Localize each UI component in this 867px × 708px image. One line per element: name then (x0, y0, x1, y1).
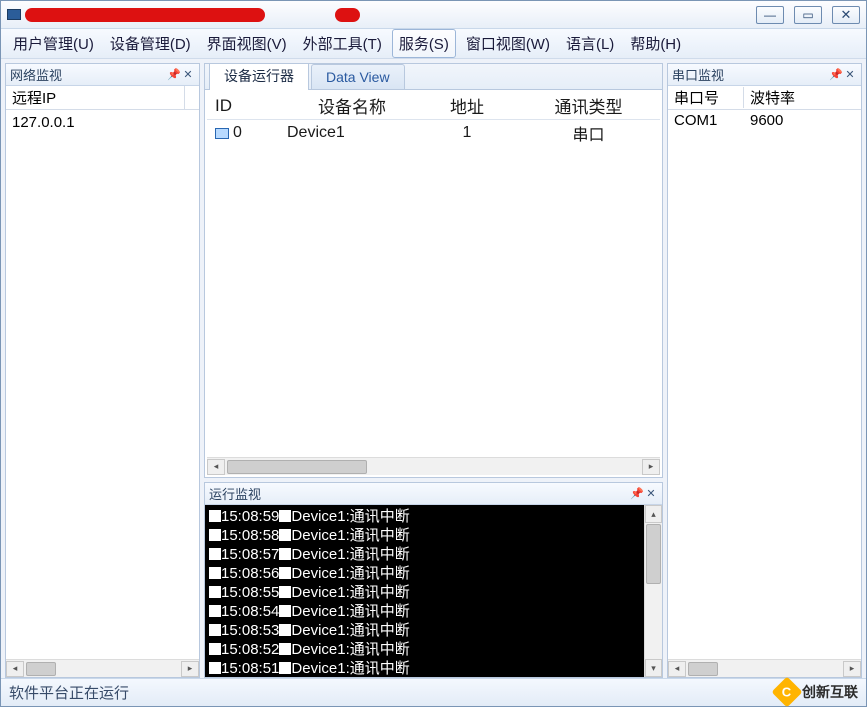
title-redacted-1 (25, 8, 265, 22)
col-id[interactable]: ID (207, 96, 287, 116)
col-baud[interactable]: 波特率 (744, 87, 861, 108)
tab[interactable]: 设备运行器 (209, 63, 309, 90)
log-line: 15:08:58Device1:通讯中断 (209, 526, 640, 545)
scroll-thumb[interactable] (646, 524, 661, 584)
close-panel-icon[interactable]: ✕ (644, 487, 658, 500)
scroll-right-icon[interactable]: ▸ (843, 661, 861, 677)
menu-item[interactable]: 语言(L) (560, 30, 620, 57)
panel-header-serial: 串口监视 📌 ✕ (668, 64, 861, 86)
panel-title: 网络监视 (10, 65, 62, 84)
right-grid-header: 串口号 波特率 (668, 86, 861, 110)
left-grid-header: 远程IP (6, 86, 199, 110)
right-scrollbar[interactable]: ◂ ▸ (668, 659, 861, 677)
monitor-icon (215, 128, 229, 139)
panel-header-network: 网络监视 📌 ✕ (6, 64, 199, 86)
title-redacted-2 (335, 8, 360, 22)
close-panel-icon[interactable]: ✕ (843, 68, 857, 81)
left-header-extra[interactable] (185, 96, 199, 100)
menu-item[interactable]: 服务(S) (392, 29, 456, 58)
device-scrollbar[interactable]: ◂ ▸ (207, 457, 660, 475)
scroll-right-icon[interactable]: ▸ (642, 459, 660, 475)
scroll-down-icon[interactable]: ▾ (645, 659, 662, 677)
pin-icon[interactable]: 📌 (829, 68, 843, 81)
scroll-left-icon[interactable]: ◂ (207, 459, 225, 475)
scroll-left-icon[interactable]: ◂ (6, 661, 24, 677)
menu-item[interactable]: 帮助(H) (624, 30, 687, 57)
scroll-thumb[interactable] (688, 662, 718, 676)
device-grid-header: ID 设备名称 地址 通讯类型 (207, 92, 660, 120)
table-row[interactable]: COM19600 (668, 110, 861, 131)
scroll-thumb[interactable] (227, 460, 367, 474)
brand-logo: C 创新互联 (776, 681, 858, 703)
serial-monitor-panel: 串口监视 📌 ✕ 串口号 波特率 COM19600 ◂ ▸ (667, 63, 862, 678)
list-item[interactable]: 127.0.0.1 (6, 110, 199, 135)
main-area: 网络监视 📌 ✕ 远程IP 127.0.0.1 ◂ ▸ 设备运行器Da (1, 59, 866, 678)
close-button[interactable]: ✕ (832, 6, 860, 24)
menu-item[interactable]: 窗口视图(W) (460, 30, 556, 57)
network-monitor-panel: 网络监视 📌 ✕ 远程IP 127.0.0.1 ◂ ▸ (5, 63, 200, 678)
pin-icon[interactable]: 📌 (630, 487, 644, 500)
log-line: 15:08:51Device1:通讯中断 (209, 659, 640, 677)
log-panel: 运行监视 📌 ✕ 15:08:59Device1:通讯中断15:08:58Dev… (204, 482, 663, 678)
tab[interactable]: Data View (311, 64, 405, 89)
tabs-panel: 设备运行器Data View ID 设备名称 地址 通讯类型 0Device11… (204, 63, 663, 478)
minimize-button[interactable]: — (756, 6, 784, 24)
left-header-ip[interactable]: 远程IP (6, 86, 185, 110)
left-scrollbar[interactable]: ◂ ▸ (6, 659, 199, 677)
menu-item[interactable]: 界面视图(V) (201, 30, 293, 57)
log-line: 15:08:52Device1:通讯中断 (209, 640, 640, 659)
scroll-right-icon[interactable]: ▸ (181, 661, 199, 677)
col-addr[interactable]: 地址 (417, 93, 517, 118)
table-row[interactable]: 0Device11串口 (207, 120, 660, 146)
menubar: 用户管理(U)设备管理(D)界面视图(V)外部工具(T)服务(S)窗口视图(W)… (1, 29, 866, 59)
app-window: — ▭ ✕ 用户管理(U)设备管理(D)界面视图(V)外部工具(T)服务(S)窗… (0, 0, 867, 707)
col-name[interactable]: 设备名称 (287, 93, 417, 118)
log-body[interactable]: 15:08:59Device1:通讯中断15:08:58Device1:通讯中断… (205, 505, 644, 677)
col-type[interactable]: 通讯类型 (517, 93, 660, 118)
menu-item[interactable]: 外部工具(T) (297, 30, 388, 57)
brand-text: 创新互联 (802, 682, 858, 702)
log-line: 15:08:59Device1:通讯中断 (209, 507, 640, 526)
statusbar: 软件平台正在运行 C 创新互联 (1, 678, 866, 706)
panel-title: 运行监视 (209, 484, 261, 503)
tab-strip: 设备运行器Data View (205, 64, 662, 90)
scroll-up-icon[interactable]: ▴ (645, 505, 662, 523)
log-line: 15:08:53Device1:通讯中断 (209, 621, 640, 640)
scroll-thumb[interactable] (26, 662, 56, 676)
log-vscrollbar[interactable]: ▴ ▾ (644, 505, 662, 677)
pin-icon[interactable]: 📌 (167, 68, 181, 81)
log-line: 15:08:55Device1:通讯中断 (209, 583, 640, 602)
log-line: 15:08:56Device1:通讯中断 (209, 564, 640, 583)
scroll-left-icon[interactable]: ◂ (668, 661, 686, 677)
panel-title: 串口监视 (672, 65, 724, 84)
panel-header-log: 运行监视 📌 ✕ (205, 483, 662, 505)
maximize-button[interactable]: ▭ (794, 6, 822, 24)
close-panel-icon[interactable]: ✕ (181, 68, 195, 81)
brand-icon: C (771, 676, 802, 707)
log-line: 15:08:54Device1:通讯中断 (209, 602, 640, 621)
menu-item[interactable]: 设备管理(D) (104, 30, 197, 57)
app-icon (7, 9, 21, 20)
center-column: 设备运行器Data View ID 设备名称 地址 通讯类型 0Device11… (204, 63, 663, 678)
titlebar: — ▭ ✕ (1, 1, 866, 29)
status-text: 软件平台正在运行 (9, 682, 129, 703)
menu-item[interactable]: 用户管理(U) (7, 30, 100, 57)
col-port[interactable]: 串口号 (668, 87, 744, 108)
log-line: 15:08:57Device1:通讯中断 (209, 545, 640, 564)
